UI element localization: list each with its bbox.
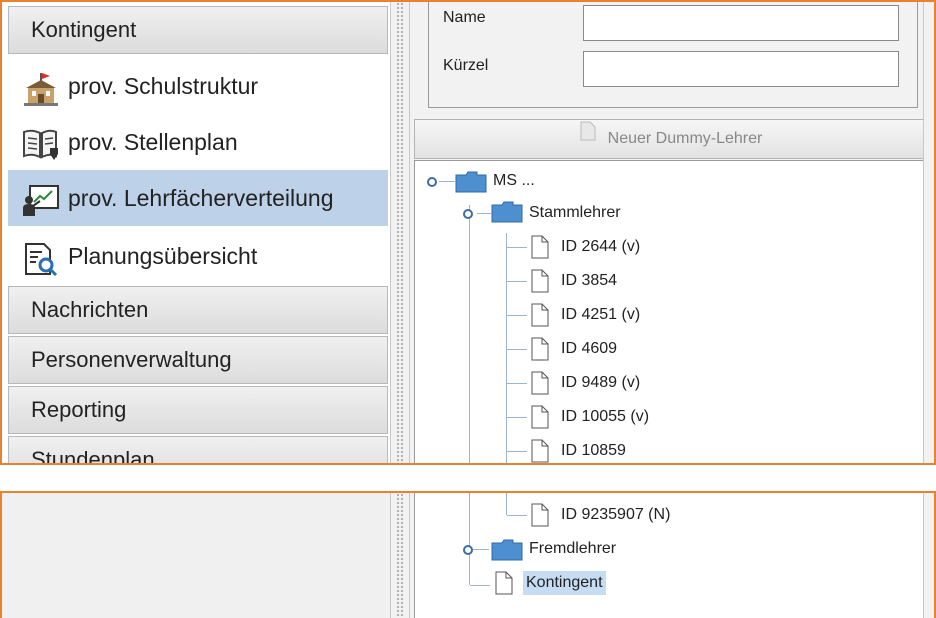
teacher-board-icon [22,182,60,216]
tree-leaf-teacher[interactable]: ID 2644 (v) [561,235,640,259]
document-icon [531,503,549,532]
section-stundenplan[interactable]: Stundenplan [8,436,388,465]
sidebar-item-label: prov. Lehrfächerverteilung [68,185,334,211]
sidebar-item-label: prov. Stellenplan [68,129,238,155]
tree-leaf-teacher[interactable]: ID 3854 [561,269,617,293]
tree-leaf-teacher[interactable]: ID 9489 (v) [561,371,640,395]
document-icon [531,371,549,400]
tree-leaf-kontingent[interactable]: Kontingent [523,571,606,595]
book-icon [22,126,60,160]
section-nachrichten[interactable]: Nachrichten [8,286,388,334]
name-field[interactable] [583,5,899,41]
tree-folder-stammlehrer[interactable]: Stammlehrer [529,201,621,225]
section-label: Nachrichten [31,297,149,322]
navigation-sidebar: Kontingent prov. Schulstruktur prov. Ste… [2,2,390,463]
tree-leaf-teacher[interactable]: ID 4609 [561,337,617,361]
document-icon [531,235,549,264]
vertical-scrollbar[interactable] [923,493,934,618]
tree-leaf-teacher[interactable]: ID 10859 [561,439,626,463]
kuerzel-label: Kürzel [443,57,489,74]
sidebar-item-label: Planungsübersicht [68,243,258,269]
splitter-handle[interactable] [390,493,410,618]
section-kontingent[interactable]: Kontingent [8,6,388,54]
vertical-scrollbar[interactable] [923,2,934,463]
teacher-form: Name Kürzel [428,2,918,108]
document-icon [495,571,513,600]
tree-folder-fremdlehrer[interactable]: Fremdlehrer [529,537,616,561]
sidebar-item-schulstruktur[interactable]: prov. Schulstruktur [8,58,388,114]
teacher-tree: ID 9235907 (N) Fremdlehrer Kontingent [414,493,928,618]
document-icon [531,337,549,366]
school-building-icon [22,70,60,106]
folder-icon [491,539,523,566]
new-dummy-teacher-button[interactable]: Neuer Dummy-Lehrer [414,119,928,159]
section-label: Personenverwaltung [31,347,232,372]
sidebar-item-label: prov. Schulstruktur [68,73,259,99]
detail-panel: ID 9235907 (N) Fremdlehrer Kontingent [410,493,934,618]
splitter-handle[interactable] [390,2,410,463]
document-icon [531,303,549,332]
bottom-panel: ID 9235907 (N) Fremdlehrer Kontingent [0,491,936,618]
tree-leaf-teacher[interactable]: ID 10055 (v) [561,405,649,429]
sidebar-item-stellenplan[interactable]: prov. Stellenplan [8,114,388,170]
section-label: Kontingent [31,17,137,42]
document-icon [531,269,549,298]
root-expand-toggle[interactable] [427,177,437,187]
navigation-sidebar-empty [2,493,390,618]
folder-icon [491,201,523,228]
folder-icon [455,171,487,198]
top-panel: Kontingent prov. Schulstruktur prov. Ste… [0,0,936,465]
tree-leaf-teacher[interactable]: ID 4251 (v) [561,303,640,327]
tree-leaf-teacher[interactable]: ID 9235907 (N) [561,503,670,527]
document-icon [531,439,549,463]
name-label: Name [443,9,486,26]
sidebar-item-lehrfaecherverteilung[interactable]: prov. Lehrfächerverteilung [8,170,388,226]
sidebar-item-planungsuebersicht[interactable]: Planungsübersicht [8,228,388,284]
section-label: Stundenplan [31,447,155,465]
section-label: Reporting [31,397,127,422]
teacher-tree: MS ... Stammlehrer ID 2644 (v) ID 3854 I… [414,160,928,463]
kuerzel-field[interactable] [583,51,899,87]
document-search-icon [22,240,60,277]
section-personenverwaltung[interactable]: Personenverwaltung [8,336,388,384]
document-icon [531,405,549,434]
detail-panel: Name Kürzel Neuer Dummy-Lehrer MS ... St… [410,2,934,463]
section-reporting[interactable]: Reporting [8,386,388,434]
new-dummy-teacher-label: Neuer Dummy-Lehrer [607,130,763,147]
fremdlehrer-expand-toggle[interactable] [463,545,473,555]
tree-root-label[interactable]: MS ... [493,169,535,193]
document-icon [580,118,596,156]
stammlehrer-expand-toggle[interactable] [463,209,473,219]
